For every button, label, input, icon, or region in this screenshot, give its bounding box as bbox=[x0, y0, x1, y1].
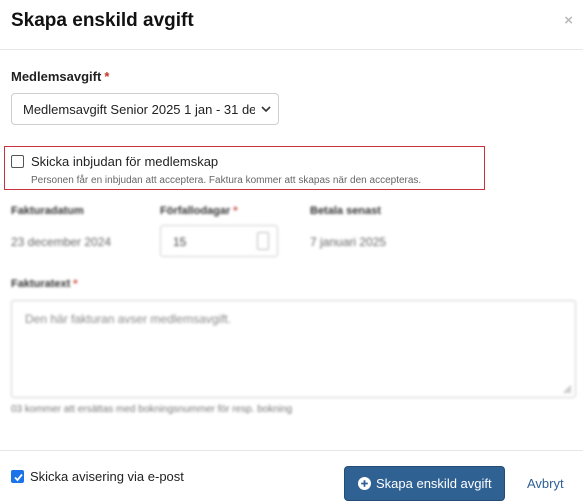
invite-label: Skicka inbjudan för medlemskap bbox=[31, 154, 219, 169]
membership-fee-select[interactable]: Medlemsavgift Senior 2025 1 jan - 31 dec bbox=[11, 93, 279, 125]
required-mark: * bbox=[233, 205, 238, 217]
dialog-header: Skapa enskild avgift × bbox=[0, 0, 583, 50]
invoice-text-label-text: Fakturatext bbox=[11, 278, 71, 290]
invite-help-text: Personen får en inbjudan att acceptera. … bbox=[31, 175, 422, 186]
plus-circle-icon bbox=[358, 477, 371, 490]
membership-fee-selected-value: Medlemsavgift Senior 2025 1 jan - 31 dec bbox=[23, 102, 255, 117]
required-mark: * bbox=[104, 69, 110, 84]
cancel-link[interactable]: Avbryt bbox=[527, 476, 564, 491]
pay-by-value: 7 januari 2025 bbox=[310, 235, 387, 249]
invite-section: Skicka inbjudan för medlemskap Personen … bbox=[4, 146, 485, 190]
create-fee-button-label: Skapa enskild avgift bbox=[376, 476, 492, 491]
invite-checkbox[interactable] bbox=[11, 155, 24, 168]
invoice-date-label: Fakturadatum bbox=[11, 205, 84, 217]
pay-by-label: Betala senast bbox=[310, 205, 381, 217]
dialog-title: Skapa enskild avgift bbox=[11, 10, 194, 31]
checkmark-icon bbox=[14, 473, 23, 482]
close-icon[interactable]: × bbox=[564, 12, 573, 29]
required-mark: * bbox=[73, 278, 78, 290]
membership-fee-label: Medlemsavgift * bbox=[11, 69, 109, 84]
invoice-date-value: 23 december 2024 bbox=[11, 235, 112, 249]
chevron-down-icon bbox=[261, 106, 271, 113]
due-days-label: Förfallodagar * bbox=[160, 205, 238, 217]
invoice-text-placeholder: Den här fakturan avser medlemsavgift. bbox=[25, 312, 232, 326]
create-fee-button[interactable]: Skapa enskild avgift bbox=[344, 466, 505, 501]
membership-fee-label-text: Medlemsavgift bbox=[11, 69, 102, 84]
due-days-label-text: Förfallodagar bbox=[160, 205, 231, 217]
dialog-footer: Skicka avisering via e-post Skapa enskil… bbox=[0, 450, 583, 504]
invoice-text-help: 03 kommer att ersättas med bokningsnumme… bbox=[11, 404, 293, 415]
stepper-icon[interactable] bbox=[257, 232, 269, 250]
resize-grip-icon[interactable] bbox=[563, 385, 572, 394]
invoice-text-area[interactable]: Den här fakturan avser medlemsavgift. bbox=[11, 300, 576, 398]
invoice-text-label: Fakturatext * bbox=[11, 278, 78, 290]
due-days-input[interactable]: 15 bbox=[160, 225, 278, 257]
due-days-value: 15 bbox=[173, 235, 187, 249]
email-notification-label: Skicka avisering via e-post bbox=[30, 469, 184, 484]
email-notification-checkbox[interactable] bbox=[11, 470, 24, 483]
